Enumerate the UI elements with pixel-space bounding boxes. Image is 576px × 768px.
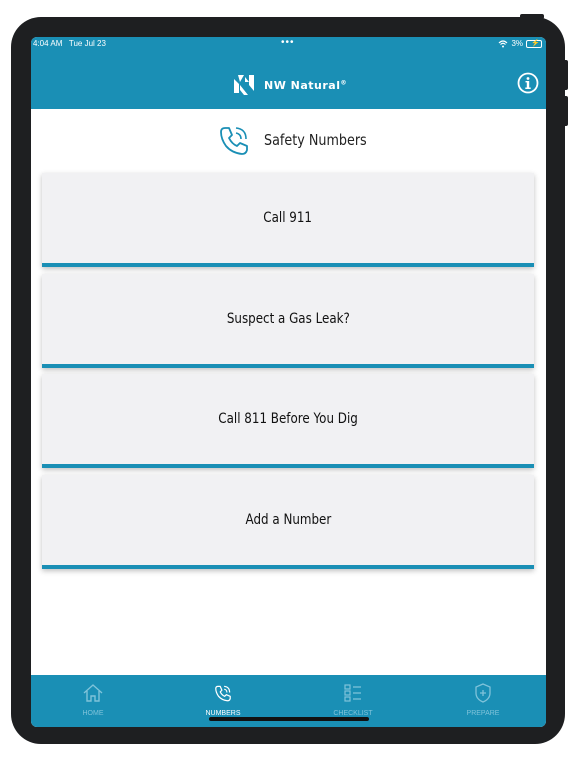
card-call-811[interactable]: Call 811 Before You Dig (42, 374, 534, 468)
shield-icon (475, 683, 491, 703)
tab-numbers[interactable]: NUMBERS (183, 683, 263, 717)
brand-mark: ® (340, 78, 348, 86)
card-label: Suspect a Gas Leak? (226, 311, 350, 327)
checklist-icon (344, 684, 361, 702)
tab-label: CHECKLIST (333, 710, 373, 717)
page-title-row: Safety Numbers (216, 122, 385, 158)
brand-name-text: NW Natural (264, 78, 341, 92)
card-label: Add a Number (245, 512, 331, 528)
status-time-text: 4:04 AM (33, 39, 63, 48)
card-add-number[interactable]: Add a Number (42, 475, 534, 569)
card-label: Call 911 (263, 210, 313, 226)
battery-icon: ⚡ (526, 39, 542, 48)
volume-down-button (563, 96, 568, 126)
tab-checklist[interactable]: CHECKLIST (313, 683, 393, 717)
volume-up-button (563, 60, 568, 90)
status-right: 3% ⚡ (498, 39, 542, 48)
multitask-dots[interactable]: ••• (281, 37, 295, 48)
tab-prepare[interactable]: PREPARE (443, 683, 523, 717)
status-bar: 4:04 AM Tue Jul 23 ••• 3% ⚡ (31, 37, 546, 51)
phone-icon (220, 127, 248, 155)
brand-name: NW Natural® (264, 79, 347, 92)
home-indicator[interactable] (209, 717, 369, 721)
app-header: 4:04 AM Tue Jul 23 ••• 3% ⚡ NW Natural® (31, 37, 546, 109)
tab-label: PREPARE (466, 710, 500, 717)
card-label: Call 811 Before You Dig (218, 411, 358, 427)
nw-natural-logo-icon (234, 75, 254, 95)
battery-percent: 3% (511, 39, 523, 48)
brand-logo: NW Natural® (231, 73, 347, 97)
card-call-911[interactable]: Call 911 (42, 173, 534, 267)
app-screen: 4:04 AM Tue Jul 23 ••• 3% ⚡ NW Natural® (31, 37, 546, 727)
home-icon (83, 684, 103, 702)
page-title: Safety Numbers (264, 131, 367, 149)
tab-label: HOME (82, 710, 104, 717)
phone-icon (215, 685, 231, 702)
tab-home[interactable]: HOME (53, 683, 133, 717)
info-icon[interactable] (517, 72, 539, 94)
status-date: Tue Jul 23 (68, 39, 106, 48)
tab-label: NUMBERS (205, 710, 241, 717)
charging-icon: ⚡ (531, 39, 540, 47)
power-button (520, 14, 544, 19)
card-gas-leak[interactable]: Suspect a Gas Leak? (42, 274, 534, 368)
status-time: 4:04 AM Tue Jul 23 (33, 39, 106, 48)
wifi-icon (499, 39, 508, 47)
